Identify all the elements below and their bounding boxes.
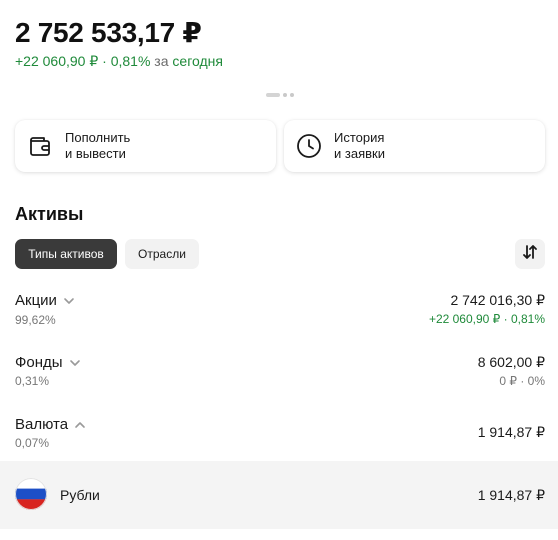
asset-name-toggle[interactable]: Валюта (15, 416, 86, 433)
asset-amount: 2 742 016,30 ₽ (450, 292, 545, 308)
portfolio-change: +22 060,90 ₽ · 0,81% за сегодня (15, 53, 223, 70)
asset-share: 99,62% (15, 313, 56, 327)
asset-amount: 1 914,87 ₽ (477, 424, 545, 440)
russia-flag-icon (15, 478, 47, 510)
chevron-down-icon (63, 292, 75, 309)
asset-share: 0,07% (15, 436, 50, 450)
tab-asset-types[interactable]: Типы активов (15, 239, 117, 269)
clock-icon (284, 120, 334, 172)
history-orders-label: История и заявки (334, 130, 385, 161)
change-percent: 0,81% (110, 53, 151, 69)
asset-amount: 8 602,00 ₽ (477, 354, 545, 370)
period-prefix: за (150, 53, 173, 69)
currency-name: Рубли (60, 487, 100, 503)
asset-delta: 0 ₽ · 0% (499, 374, 545, 388)
currency-item-rub[interactable]: Рубли 1 914,87 ₽ (0, 461, 558, 529)
change-value: +22 060,90 ₽ (15, 53, 99, 69)
portfolio-total: 2 752 533,17 ₽ (15, 17, 202, 48)
pager-dot[interactable] (283, 93, 287, 97)
deposit-withdraw-button[interactable]: Пополнить и вывести (15, 120, 276, 172)
chevron-up-icon (74, 416, 86, 433)
asset-share: 0,31% (15, 374, 50, 388)
currency-amount: 1 914,87 ₽ (477, 487, 545, 503)
sort-button[interactable] (515, 239, 545, 269)
carousel-pager[interactable] (266, 93, 294, 97)
assets-title: Активы (15, 204, 84, 224)
tab-industries[interactable]: Отрасли (125, 239, 199, 269)
asset-delta: +22 060,90 ₽ · 0,81% (428, 312, 545, 326)
pager-dot-active[interactable] (266, 93, 280, 97)
asset-name-toggle[interactable]: Акции (15, 292, 75, 309)
history-orders-button[interactable]: История и заявки (284, 120, 545, 172)
sort-arrows-icon (522, 244, 538, 265)
asset-name: Фонды (15, 354, 63, 371)
period-link[interactable]: сегодня (172, 53, 223, 69)
pager-dot[interactable] (290, 93, 294, 97)
chevron-down-icon (69, 354, 81, 371)
deposit-withdraw-label: Пополнить и вывести (65, 130, 131, 161)
asset-name: Валюта (15, 416, 69, 433)
asset-name-toggle[interactable]: Фонды (15, 354, 81, 371)
wallet-icon (15, 120, 65, 172)
asset-name: Акции (15, 292, 57, 309)
change-separator: · (98, 53, 111, 69)
